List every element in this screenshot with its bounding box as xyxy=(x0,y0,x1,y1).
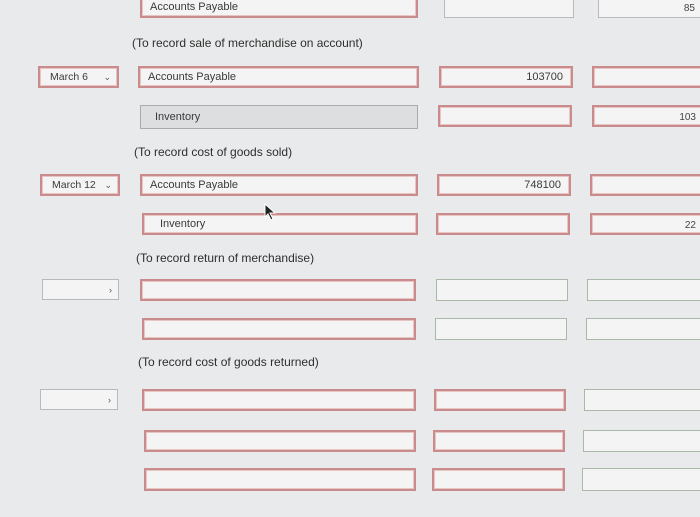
account-field-row5[interactable] xyxy=(140,279,416,301)
note-cost-returned: (To record cost of goods returned) xyxy=(138,355,319,369)
note-sale: (To record sale of merchandise on accoun… xyxy=(132,36,363,50)
account-field-row1[interactable]: Accounts Payable xyxy=(138,66,419,88)
account-field-row8[interactable] xyxy=(144,430,416,452)
account-field-row6[interactable] xyxy=(142,318,416,340)
note-return: (To record return of merchandise) xyxy=(136,251,315,265)
account-field-row0[interactable]: Accounts Payable xyxy=(140,0,418,18)
debit-field-row0[interactable] xyxy=(444,0,574,18)
debit-field-row9[interactable] xyxy=(432,468,565,491)
debit-field-row2[interactable] xyxy=(438,105,572,127)
credit-field-row8[interactable] xyxy=(583,430,700,452)
debit-value: 103700 xyxy=(526,71,563,83)
debit-value: 748100 xyxy=(524,179,561,191)
chevron-down-icon: ⌄ xyxy=(104,179,112,190)
chevron-down-icon: › xyxy=(108,394,111,405)
account-field-row7[interactable] xyxy=(142,389,416,411)
credit-field-row7[interactable] xyxy=(584,389,700,411)
account-value: Accounts Payable xyxy=(150,1,239,13)
credit-field-row4[interactable]: 22 xyxy=(590,213,700,235)
debit-field-row7[interactable] xyxy=(434,389,566,411)
chevron-down-icon: ⌄ xyxy=(103,71,111,82)
credit-field-row6[interactable] xyxy=(586,318,700,340)
debit-field-row3[interactable]: 748100 xyxy=(437,174,571,196)
account-field-row4[interactable]: Inventory xyxy=(142,213,418,235)
account-value: Inventory xyxy=(160,218,206,230)
credit-field-row2[interactable]: 103 xyxy=(592,105,700,127)
credit-field-row5[interactable] xyxy=(587,279,700,301)
credit-field-row9[interactable] xyxy=(582,468,700,491)
credit-value: 103 xyxy=(679,112,696,123)
debit-field-row5[interactable] xyxy=(436,279,568,301)
credit-field-row0[interactable]: 85 xyxy=(598,0,700,18)
credit-value: 22 xyxy=(684,220,696,231)
debit-field-row6[interactable] xyxy=(435,318,567,340)
account-value: Accounts Payable xyxy=(148,71,237,83)
debit-field-row1[interactable]: 103700 xyxy=(439,66,573,88)
date-select-march12[interactable]: March 12 ⌄ xyxy=(40,174,120,196)
account-value: Accounts Payable xyxy=(150,179,239,191)
credit-field-row3[interactable] xyxy=(590,174,700,196)
account-value: Inventory xyxy=(155,111,201,123)
credit-field-row1[interactable] xyxy=(592,66,700,88)
debit-field-row4[interactable] xyxy=(436,213,570,235)
date-select-row5[interactable]: › xyxy=(42,279,119,300)
date-value: March 12 xyxy=(52,179,96,191)
credit-value: 85 xyxy=(683,3,695,14)
date-select-row7[interactable]: › xyxy=(40,389,118,410)
account-field-row9[interactable] xyxy=(144,468,416,491)
account-field-row2[interactable]: Inventory xyxy=(140,105,418,129)
mouse-pointer-icon xyxy=(264,203,277,221)
note-cost: (To record cost of goods sold) xyxy=(134,145,293,159)
account-field-row3[interactable]: Accounts Payable xyxy=(140,174,418,196)
chevron-down-icon: › xyxy=(109,284,112,295)
date-value: March 6 xyxy=(50,71,88,83)
debit-field-row8[interactable] xyxy=(433,430,565,452)
date-select-march6[interactable]: March 6 ⌄ xyxy=(38,66,119,88)
